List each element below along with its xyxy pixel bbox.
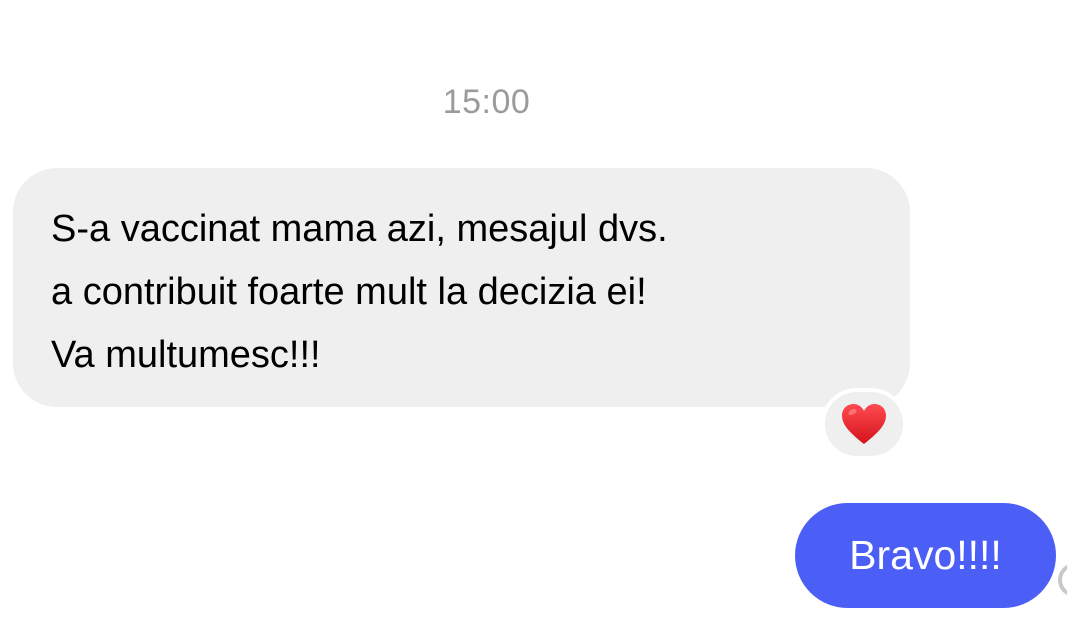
red-heart-icon bbox=[842, 404, 886, 444]
outgoing-message-bubble[interactable]: Bravo!!!! bbox=[795, 503, 1056, 608]
message-timestamp: 15:00 bbox=[442, 83, 531, 121]
message-text-line: Va multumesc!!! bbox=[51, 334, 321, 376]
avatar bbox=[1058, 563, 1067, 597]
incoming-message-bubble[interactable]: S-a vaccinat mama azi, mesajul dvs. a co… bbox=[13, 168, 910, 407]
message-reaction[interactable] bbox=[821, 388, 907, 460]
outgoing-message-text: Bravo!!!! bbox=[849, 532, 1002, 578]
message-text-line: S-a vaccinat mama azi, mesajul dvs. bbox=[51, 208, 668, 250]
message-text-line: a contribuit foarte mult la decizia ei! bbox=[51, 271, 647, 313]
